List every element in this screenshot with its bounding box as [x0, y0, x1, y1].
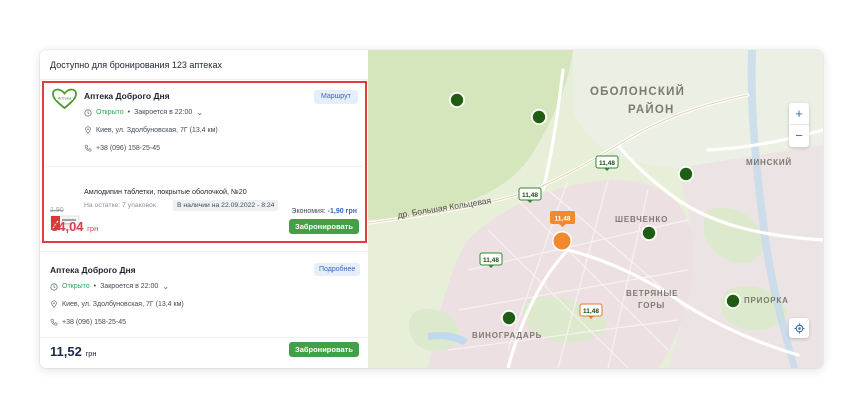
district-label-vetryanye-2: ГОРЫ: [638, 301, 665, 310]
clock-icon: [84, 108, 92, 117]
district-label-priorka: ПРИОРКА: [744, 296, 789, 305]
dot-separator: •: [127, 109, 131, 116]
crosshair-icon: [793, 322, 805, 334]
list-title: Доступно для бронирования 123 аптеках: [50, 60, 222, 70]
old-price: 1,90: [50, 207, 64, 214]
price-currency: грн: [87, 224, 99, 233]
phone-row: +38 (096) 158-25-45: [50, 318, 126, 326]
price: 11,52 грн: [50, 344, 97, 359]
zoom-control: + −: [789, 103, 809, 147]
pharmacy-search-card: Доступно для бронирования 123 аптеках Ап…: [40, 50, 823, 368]
chevron-down-icon[interactable]: ⌄: [162, 282, 169, 291]
open-status: Открыто: [62, 283, 90, 290]
open-status: Открыто: [96, 109, 124, 116]
stock-text: На остатке: 7 упаковок: [84, 202, 156, 209]
svg-text:11,48: 11,48: [583, 308, 599, 315]
location-pin-icon: [85, 126, 91, 134]
hours-row: Открыто • Закроется в 22:00 ⌄: [84, 108, 203, 117]
pharmacy-card-selected[interactable]: Аптека Аптека Доброго Дня Маршрут Открыт…: [42, 81, 367, 243]
availability-badge: В наличии на 22.09.2022 - 8:24: [173, 200, 279, 211]
district-label-obolon-2: РАЙОН: [628, 103, 674, 116]
zoom-out-button[interactable]: −: [789, 125, 809, 147]
pharmacy-name[interactable]: Аптека Доброго Дня: [50, 265, 136, 275]
pharmacy-name[interactable]: Аптека Доброго Дня: [84, 91, 170, 101]
phone-link[interactable]: +38 (096) 158-25-45: [96, 145, 160, 152]
pharmacy-list: Доступно для бронирования 123 аптеках Ап…: [40, 50, 368, 368]
list-header: Доступно для бронирования 123 аптеках: [40, 50, 368, 80]
phone-icon: [84, 144, 92, 152]
pharmacy-logo: Аптека: [52, 88, 77, 110]
closing-hours: Закроется в 22:00: [100, 283, 159, 290]
address-row: Киев, ул. Здолбуновская, 7Г (13,4 км): [84, 126, 218, 134]
product-name[interactable]: Амлодипин таблетки, покрытые оболочкой, …: [84, 187, 247, 196]
svg-text:11,48: 11,48: [555, 216, 571, 223]
district-label-shevchenko: ШЕВЧЕНКО: [615, 215, 668, 224]
svg-text:11,48: 11,48: [599, 160, 615, 167]
price-currency: грн: [85, 349, 97, 358]
map-canvas[interactable]: ОБОЛОНСКИЙ РАЙОН МИНСКИЙ ШЕВЧЕНКО ВЕТРЯН…: [368, 50, 823, 368]
zoom-in-button[interactable]: +: [789, 103, 809, 125]
price-value: 34,04: [51, 219, 84, 234]
economy-row: Экономия: -1,90 грн: [291, 208, 357, 215]
clock-icon: [50, 282, 58, 291]
map[interactable]: ОБОЛОНСКИЙ РАЙОН МИНСКИЙ ШЕВЧЕНКО ВЕТРЯН…: [368, 50, 823, 368]
divider: [40, 251, 368, 252]
closing-hours: Закроется в 22:00: [134, 109, 193, 116]
address-text: Киев, ул. Здолбуновская, 7Г (13,4 км): [62, 300, 184, 308]
district-label-vetryanye-1: ВЕТРЯНЫЕ: [626, 289, 678, 298]
economy-label: Экономия:: [291, 208, 326, 215]
price-value: 11,52: [50, 344, 82, 359]
district-label-vinogradar: ВИНОГРАДАРЬ: [472, 331, 542, 340]
hours-row: Открыто • Закроется в 22:00 ⌄: [50, 282, 169, 291]
phone-link[interactable]: +38 (096) 158-25-45: [62, 319, 126, 326]
phone-row: +38 (096) 158-25-45: [84, 144, 160, 152]
divider: [40, 337, 368, 338]
svg-text:Аптека: Аптека: [57, 96, 72, 100]
book-button[interactable]: Забронировать: [289, 342, 359, 357]
address-row: Киев, ул. Здолбуновская, 7Г (13,4 км): [50, 300, 184, 308]
phone-icon: [50, 318, 58, 326]
details-button[interactable]: Подробнее: [314, 263, 361, 276]
pharmacy-card[interactable]: Аптека Доброго Дня Подробнее Открыто • З…: [40, 251, 368, 368]
divider: [46, 166, 363, 167]
chevron-down-icon[interactable]: ⌄: [196, 108, 203, 117]
svg-text:11,48: 11,48: [483, 257, 499, 264]
route-button[interactable]: Маршрут: [314, 90, 358, 104]
location-pin-icon: [51, 300, 57, 308]
district-label-minsky: МИНСКИЙ: [746, 158, 792, 167]
address-text: Киев, ул. Здолбуновская, 7Г (13,4 км): [96, 126, 218, 134]
dot-separator: •: [93, 283, 97, 290]
district-label-obolon-1: ОБОЛОНСКИЙ: [590, 85, 685, 98]
book-button[interactable]: Забронировать: [289, 219, 359, 234]
price: 34,04 грн: [51, 219, 98, 234]
locate-button[interactable]: [789, 318, 809, 338]
economy-value: -1,90 грн: [327, 208, 357, 215]
svg-text:11,48: 11,48: [522, 192, 538, 199]
